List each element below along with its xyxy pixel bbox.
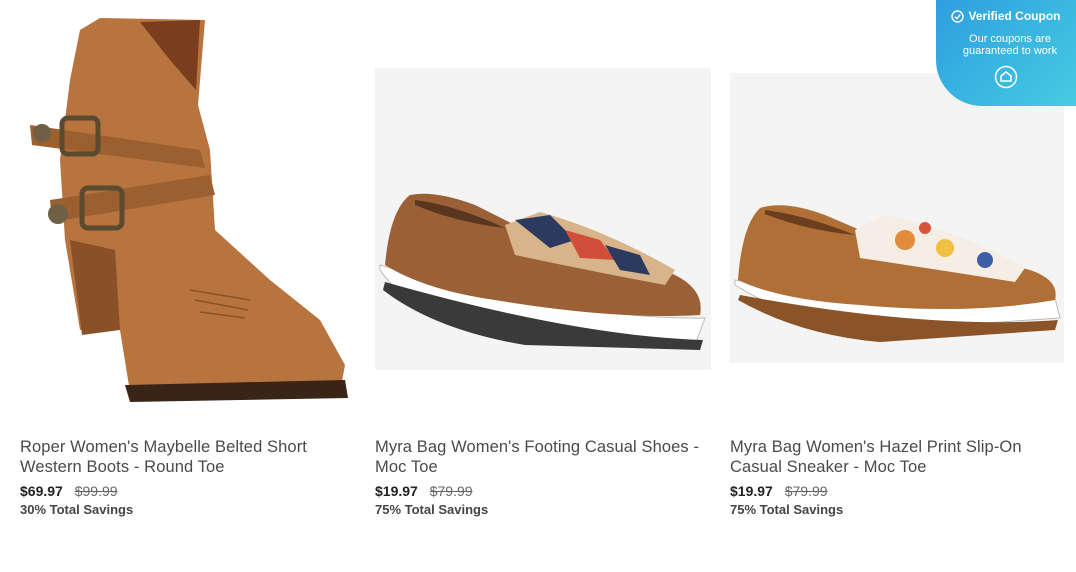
sale-price: $19.97 — [375, 483, 418, 499]
product-image[interactable] — [20, 0, 360, 430]
product-title[interactable]: Myra Bag Women's Footing Casual Shoes - … — [375, 437, 715, 477]
check-circle-icon — [951, 9, 965, 23]
product-card[interactable]: Myra Bag Women's Footing Casual Shoes - … — [375, 0, 715, 517]
coupon-title: Verified Coupon — [968, 9, 1061, 23]
coupon-header: Verified Coupon — [936, 9, 1076, 23]
savings-label: 75% Total Savings — [375, 502, 489, 517]
savings-label: 30% Total Savings — [20, 502, 134, 517]
original-price: $79.99 — [429, 483, 473, 499]
sale-price: $69.97 — [20, 483, 63, 499]
original-price: $99.99 — [74, 483, 118, 499]
original-price: $79.99 — [784, 483, 828, 499]
verified-coupon-badge[interactable]: Verified Coupon Our coupons are guarante… — [936, 0, 1076, 106]
price-row: $19.97 $79.99 — [730, 483, 828, 499]
product-image[interactable] — [375, 0, 715, 430]
savings-label: 75% Total Savings — [730, 502, 844, 517]
product-card[interactable]: Roper Women's Maybelle Belted Short West… — [20, 0, 360, 517]
shield-badge-icon — [994, 65, 1018, 89]
product-title[interactable]: Roper Women's Maybelle Belted Short West… — [20, 437, 360, 477]
sale-price: $19.97 — [730, 483, 773, 499]
price-row: $69.97 $99.99 — [20, 483, 118, 499]
product-title[interactable]: Myra Bag Women's Hazel Print Slip-On Cas… — [730, 437, 1070, 477]
price-row: $19.97 $79.99 — [375, 483, 473, 499]
product-grid: Roper Women's Maybelle Belted Short West… — [0, 0, 1076, 572]
coupon-subtitle: Our coupons are guaranteed to work — [962, 33, 1058, 57]
